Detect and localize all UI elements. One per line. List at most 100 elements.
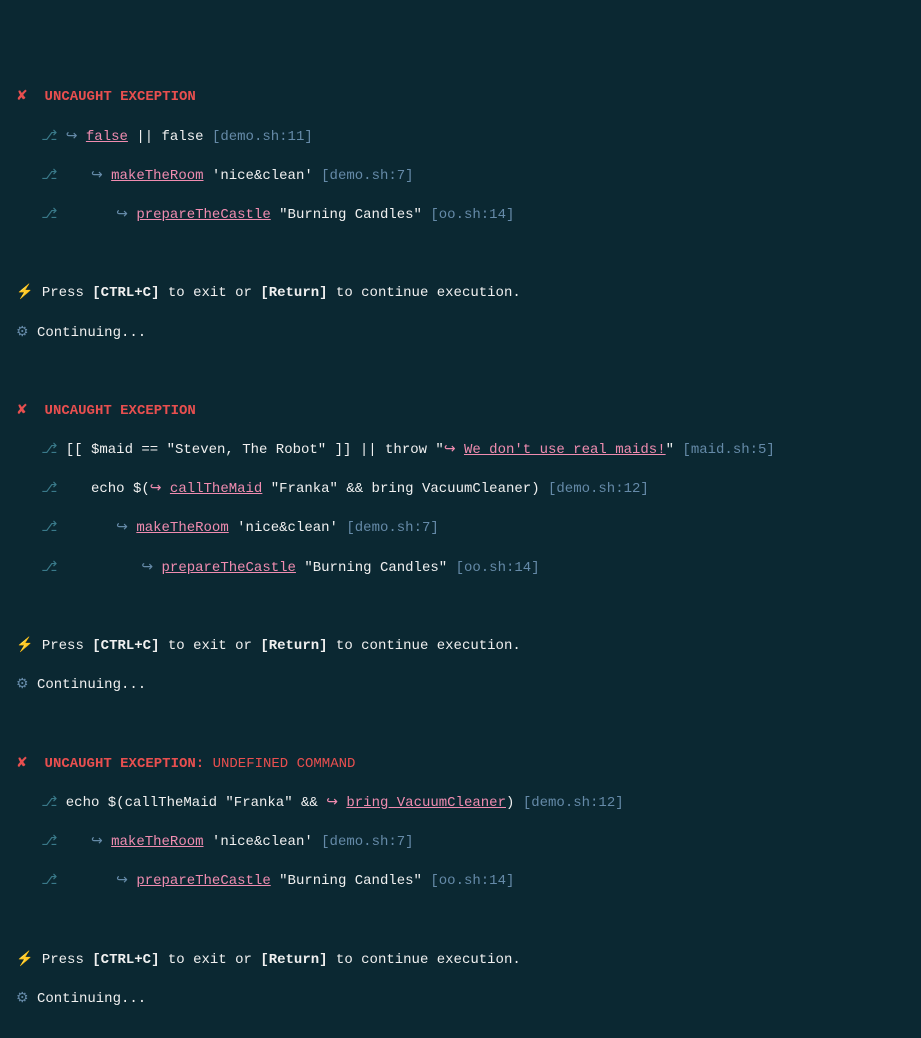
- trace-command: false: [86, 129, 128, 145]
- exception-header-3: ✘ UNCAUGHT EXCEPTION: UNDEFINED COMMAND: [16, 755, 905, 775]
- branch-icon: ⎇: [41, 834, 57, 850]
- branch-icon: ⎇: [41, 520, 57, 536]
- arrow-icon: ↪: [66, 129, 78, 145]
- trace-line: ⎇ ↪ prepareTheCastle "Burning Candles" […: [16, 559, 905, 579]
- bolt-icon: ⚡: [16, 285, 33, 301]
- trace-line: ⎇ echo $(↪ callTheMaid "Franka" && bring…: [16, 480, 905, 500]
- trace-arg: "Burning Candles": [271, 873, 431, 889]
- trace-arg: "Burning Candles": [296, 560, 456, 576]
- keycap-ctrlc: [CTRL+C]: [92, 285, 159, 301]
- prompt-text: to continue execution.: [328, 285, 521, 301]
- prompt-text: to exit or: [159, 952, 260, 968]
- exception-title: UNCAUGHT EXCEPTION:: [45, 756, 205, 772]
- trace-location: [oo.sh:14]: [430, 873, 514, 889]
- prompt-line: ⚡ Press [CTRL+C] to exit or [Return] to …: [16, 284, 905, 304]
- exception-header-2: ✘ UNCAUGHT EXCEPTION: [16, 402, 905, 422]
- blank-line: [16, 911, 905, 931]
- blank-line: [16, 598, 905, 618]
- gear-icon: ⚙: [16, 677, 29, 693]
- trace-line: ⎇ echo $(callTheMaid "Franka" && ↪ bring…: [16, 794, 905, 814]
- trace-arg: 'nice&clean': [229, 520, 347, 536]
- prompt-text: to exit or: [159, 638, 260, 654]
- trace-command: makeTheRoom: [111, 168, 203, 184]
- trace-command: makeTheRoom: [111, 834, 203, 850]
- trace-arg: 'nice&clean': [204, 168, 322, 184]
- trace-arg: "Burning Candles": [271, 207, 431, 223]
- exception-title: UNCAUGHT EXCEPTION: [45, 89, 196, 105]
- branch-icon: ⎇: [41, 481, 57, 497]
- keycap-return: [Return]: [260, 952, 327, 968]
- trace-location: [demo.sh:11]: [212, 129, 313, 145]
- arrow-icon: ↪: [116, 520, 128, 536]
- keycap-ctrlc: [CTRL+C]: [92, 638, 159, 654]
- gear-icon: ⚙: [16, 991, 29, 1007]
- trace-text: "Franka" && bring VacuumCleaner): [262, 481, 548, 497]
- prompt-text: to continue execution.: [328, 952, 521, 968]
- branch-icon: ⎇: [41, 560, 57, 576]
- arrow-icon: ↪: [91, 168, 103, 184]
- trace-location: [maid.sh:5]: [682, 442, 774, 458]
- trace-line: ⎇ ↪ makeTheRoom 'nice&clean' [demo.sh:7]: [16, 167, 905, 187]
- trace-location: [oo.sh:14]: [430, 207, 514, 223]
- branch-icon: ⎇: [41, 442, 57, 458]
- trace-location: [oo.sh:14]: [456, 560, 540, 576]
- trace-command: bring VacuumCleaner: [346, 795, 506, 811]
- trace-text: ": [666, 442, 683, 458]
- trace-command: prepareTheCastle: [136, 207, 270, 223]
- keycap-return: [Return]: [260, 638, 327, 654]
- continuing-text: Continuing...: [37, 677, 146, 693]
- trace-text: echo $(: [91, 481, 150, 497]
- trace-command: makeTheRoom: [136, 520, 228, 536]
- prompt-text: Press: [42, 638, 92, 654]
- trace-line: ⎇ ↪ makeTheRoom 'nice&clean' [demo.sh:7]: [16, 833, 905, 853]
- trace-line: ⎇ ↪ prepareTheCastle "Burning Candles" […: [16, 206, 905, 226]
- trace-command: callTheMaid: [170, 481, 262, 497]
- arrow-icon: ↪: [444, 442, 456, 458]
- arrow-icon: ↪: [116, 873, 128, 889]
- bolt-icon: ⚡: [16, 952, 33, 968]
- x-icon: ✘: [16, 756, 28, 772]
- branch-icon: ⎇: [41, 168, 57, 184]
- prompt-text: to continue execution.: [328, 638, 521, 654]
- trace-line: ⎇ [[ $maid == "Steven, The Robot" ]] || …: [16, 441, 905, 461]
- keycap-return: [Return]: [260, 285, 327, 301]
- trace-command: prepareTheCastle: [162, 560, 296, 576]
- trace-command: prepareTheCastle: [136, 873, 270, 889]
- continuing-line: ⚙ Continuing...: [16, 324, 905, 344]
- trace-location: [demo.sh:12]: [548, 481, 649, 497]
- continuing-text: Continuing...: [37, 325, 146, 341]
- prompt-text: to exit or: [159, 285, 260, 301]
- trace-message: We don't use real maids!: [464, 442, 666, 458]
- continuing-line: ⚙ Continuing...: [16, 676, 905, 696]
- trace-location: [demo.sh:12]: [523, 795, 624, 811]
- trace-text: echo $(callTheMaid "Franka" &&: [66, 795, 326, 811]
- prompt-text: Press: [42, 285, 92, 301]
- exception-title: UNCAUGHT EXCEPTION: [45, 403, 196, 419]
- branch-icon: ⎇: [41, 795, 57, 811]
- arrow-icon: ↪: [150, 481, 162, 497]
- trace-text: [[ $maid == "Steven, The Robot" ]] || th…: [66, 442, 444, 458]
- blank-line: [16, 715, 905, 735]
- arrow-icon: ↪: [141, 560, 153, 576]
- x-icon: ✘: [16, 403, 28, 419]
- branch-icon: ⎇: [41, 207, 57, 223]
- gear-icon: ⚙: [16, 325, 29, 341]
- arrow-icon: ↪: [91, 834, 103, 850]
- blank-line: [16, 363, 905, 383]
- prompt-line: ⚡ Press [CTRL+C] to exit or [Return] to …: [16, 637, 905, 657]
- branch-icon: ⎇: [41, 873, 57, 889]
- trace-line: ⎇ ↪ makeTheRoom 'nice&clean' [demo.sh:7]: [16, 519, 905, 539]
- arrow-icon: ↪: [116, 207, 128, 223]
- trace-line: ⎇ ↪ prepareTheCastle "Burning Candles" […: [16, 872, 905, 892]
- bolt-icon: ⚡: [16, 638, 33, 654]
- branch-icon: ⎇: [41, 129, 57, 145]
- exception-subtitle: UNDEFINED COMMAND: [204, 756, 355, 772]
- trace-text: || false: [128, 129, 212, 145]
- trace-text: ): [506, 795, 523, 811]
- arrow-icon: ↪: [326, 795, 338, 811]
- prompt-line: ⚡ Press [CTRL+C] to exit or [Return] to …: [16, 951, 905, 971]
- exception-header-1: ✘ UNCAUGHT EXCEPTION: [16, 88, 905, 108]
- trace-location: [demo.sh:7]: [321, 168, 413, 184]
- blank-line: [16, 245, 905, 265]
- trace-arg: 'nice&clean': [204, 834, 322, 850]
